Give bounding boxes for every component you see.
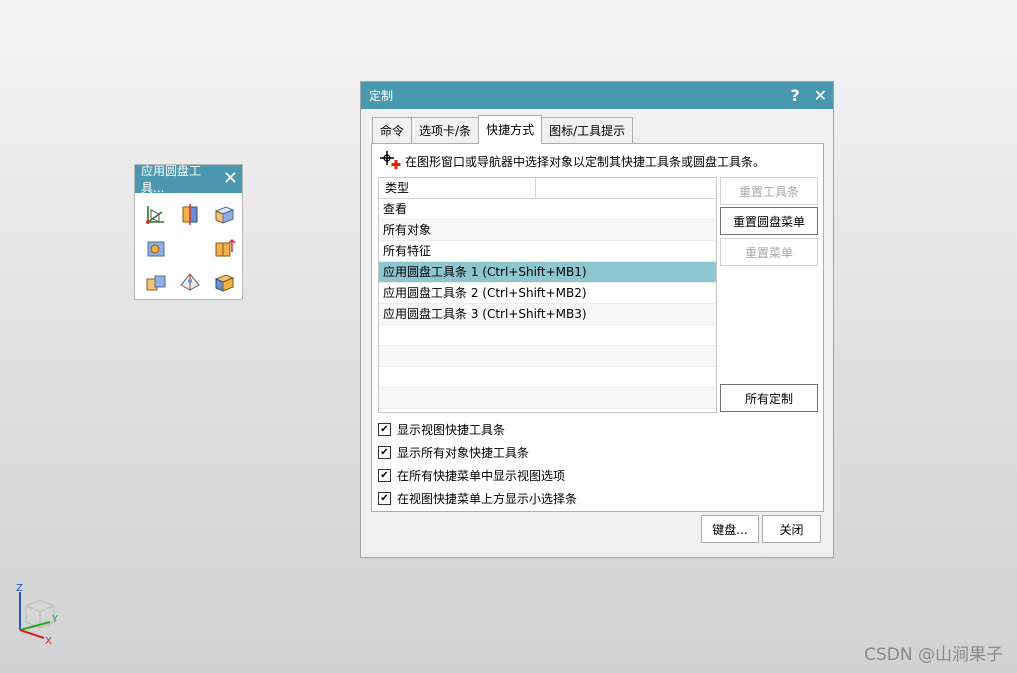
keyboard-button[interactable]: 键盘... (701, 515, 759, 543)
checkbox-label: 显示所有对象快捷工具条 (397, 446, 530, 460)
tab-shortcuts[interactable]: 快捷方式 (478, 115, 543, 144)
block-icon[interactable] (207, 197, 241, 231)
type-list: 类型 查看 所有对象 所有特征 应用圆盘工具条 1 (Ctrl+Shift+MB… (378, 177, 717, 413)
empty-row (379, 346, 716, 367)
split-body-icon[interactable] (173, 197, 207, 231)
checkbox[interactable]: ✔ (378, 469, 391, 482)
watermark: CSDN @山涧果子 (864, 645, 1003, 665)
tab-strip: 命令 选项卡/条 快捷方式 图标/工具提示 (372, 115, 634, 144)
crosshair-select-icon (379, 150, 401, 173)
radial-toolbar-window: 应用圆盘工具... ✕ (134, 164, 243, 300)
close-button[interactable]: 关闭 (762, 515, 821, 543)
list-item[interactable]: 所有特征 (379, 241, 716, 262)
tab-commands[interactable]: 命令 (372, 117, 413, 144)
show-mini-selection-bar-option[interactable]: ✔ 在视图快捷菜单上方显示小选择条 (378, 487, 577, 510)
y-axis-label: Y (51, 614, 59, 625)
empty-column-header (536, 178, 716, 198)
hint-text: 在图形窗口或导航器中选择对象以定制其快捷工具条或圆盘工具条。 (405, 155, 766, 169)
checkbox[interactable]: ✔ (378, 423, 391, 436)
tab-icons-tooltips[interactable]: 图标/工具提示 (541, 117, 634, 144)
checkbox-label: 在所有快捷菜单中显示视图选项 (397, 469, 566, 483)
list-item[interactable]: 查看 (379, 199, 716, 220)
checkbox-label: 显示视图快捷工具条 (397, 423, 506, 437)
shortcuts-panel: 在图形窗口或导航器中选择对象以定制其快捷工具条或圆盘工具条。 类型 查看 所有对… (371, 143, 824, 512)
radial-toolbar-title: 应用圆盘工具... (141, 164, 202, 195)
radial-toolbar-titlebar[interactable]: 应用圆盘工具... ✕ (135, 164, 242, 195)
z-axis-label: Z (16, 583, 23, 594)
hint-row: 在图形窗口或导航器中选择对象以定制其快捷工具条或圆盘工具条。 (379, 150, 765, 173)
draft-icon[interactable] (173, 265, 207, 299)
type-column-header[interactable]: 类型 (379, 178, 536, 198)
checkbox[interactable]: ✔ (378, 446, 391, 459)
customize-dialog: 定制 ? ✕ 命令 选项卡/条 快捷方式 图标/工具提示 在图形窗口或导航器中选… (360, 81, 834, 558)
boolean-icon[interactable] (139, 265, 173, 299)
empty-row (379, 388, 716, 409)
close-icon[interactable]: ✕ (223, 170, 238, 188)
list-item[interactable]: 应用圆盘工具条 3 (Ctrl+Shift+MB3) (379, 304, 716, 325)
dialog-titlebar[interactable]: 定制 ? ✕ (361, 82, 833, 109)
view-triad[interactable]: Z Y X (12, 582, 62, 647)
reset-menu-button[interactable]: 重置菜单 (720, 238, 818, 266)
empty-slot (173, 231, 207, 265)
close-icon[interactable]: ✕ (814, 86, 827, 105)
empty-row (379, 325, 716, 346)
checkbox[interactable]: ✔ (378, 492, 391, 505)
x-axis-label: X (45, 636, 52, 644)
wcs-icon[interactable] (139, 197, 173, 231)
options-checkboxes: ✔ 显示视图快捷工具条 ✔ 显示所有对象快捷工具条 ✔ 在所有快捷菜单中显示视图选项 … (378, 418, 577, 510)
help-icon[interactable]: ? (790, 86, 799, 105)
show-all-objects-toolbar-option[interactable]: ✔ 显示所有对象快捷工具条 (378, 441, 577, 464)
tab-ribbons[interactable]: 选项卡/条 (411, 117, 480, 144)
list-item[interactable]: 所有对象 (379, 220, 716, 241)
hole-icon[interactable] (139, 231, 173, 265)
empty-row (379, 367, 716, 388)
reset-toolbar-button[interactable]: 重置工具条 (720, 177, 818, 205)
checkbox-label: 在视图快捷菜单上方显示小选择条 (397, 492, 578, 506)
extrude-icon[interactable] (207, 231, 241, 265)
reset-radial-menu-button[interactable]: 重置圆盘菜单 (720, 207, 818, 235)
list-item-selected[interactable]: 应用圆盘工具条 1 (Ctrl+Shift+MB1) (379, 262, 716, 283)
dialog-title: 定制 (369, 89, 394, 103)
show-view-options-option[interactable]: ✔ 在所有快捷菜单中显示视图选项 (378, 464, 577, 487)
all-customizations-button[interactable]: 所有定制 (720, 384, 818, 412)
list-header: 类型 (379, 178, 716, 199)
emboss-icon[interactable] (207, 265, 241, 299)
show-view-toolbar-option[interactable]: ✔ 显示视图快捷工具条 (378, 418, 577, 441)
list-item[interactable]: 应用圆盘工具条 2 (Ctrl+Shift+MB2) (379, 283, 716, 304)
